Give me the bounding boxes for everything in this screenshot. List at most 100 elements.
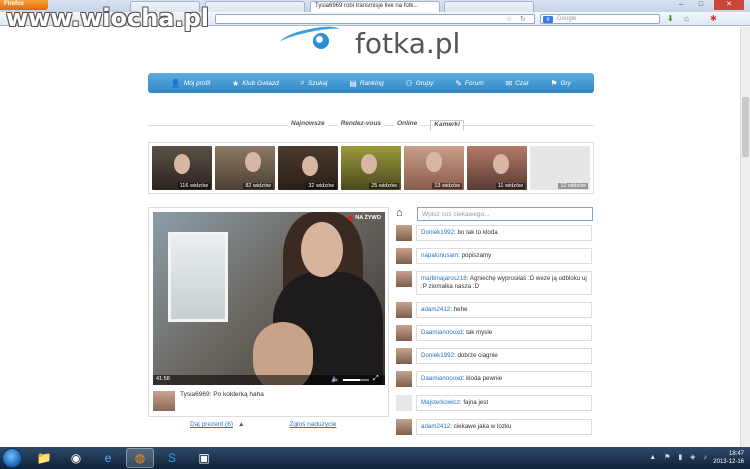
menu-my-profile[interactable]: 👤 Mój profil	[171, 79, 210, 88]
menu-label: Ranking	[359, 79, 384, 87]
chat-username[interactable]: napalonusam	[421, 252, 458, 259]
firefox-icon[interactable]: ◍	[126, 448, 154, 468]
home-icon[interactable]: ⌂	[684, 14, 689, 24]
search-icon: ⌕	[300, 78, 305, 87]
viewer-count: 11 widzów	[495, 183, 525, 189]
avatar[interactable]	[396, 325, 412, 341]
chrome-icon[interactable]: ◉	[62, 448, 90, 468]
tab-newest[interactable]: Najnowsze	[288, 120, 328, 131]
start-button[interactable]	[2, 448, 22, 468]
live-label: NA ŻYWO	[355, 215, 381, 221]
webcam-thumbnail[interactable]: 12 widzów	[530, 146, 590, 190]
viewer-count: 116 widzów	[177, 183, 210, 189]
avatar[interactable]	[396, 419, 412, 435]
logo-swoosh-icon	[279, 22, 341, 50]
chat-bubble: Daamianoooxd: kloda pewnie	[416, 371, 592, 387]
give-gift-link[interactable]: Daj prezent (6)	[190, 421, 233, 428]
chat-message: Majsterkowicz: fajna jest	[396, 395, 594, 411]
webcam-thumbnail[interactable]: 13 widzów	[404, 146, 464, 190]
chat-bubble: napalonusam: popiszamy	[416, 248, 592, 264]
media-player-icon[interactable]: ▣	[190, 448, 218, 468]
caption-user[interactable]: Tysia6969:	[180, 391, 211, 398]
menu-ranking[interactable]: ▤ Ranking	[349, 79, 383, 88]
video-background	[168, 232, 228, 322]
report-abuse-link[interactable]: Zgłoś naduzycie	[289, 421, 336, 428]
close-window-button[interactable]: ✕	[714, 0, 744, 10]
thumbnail-image	[245, 152, 261, 172]
webcam-thumbnail[interactable]: 32 widzów	[278, 146, 338, 190]
tab-online[interactable]: Online	[394, 120, 421, 131]
thumbnail-image	[361, 154, 377, 174]
menu-forum[interactable]: ✎ Forum	[455, 79, 483, 88]
ranking-icon: ▤	[349, 78, 357, 88]
menu-star-club[interactable]: ★ Klub Gwiazd	[232, 79, 279, 88]
url-bar[interactable]: ☆ ↻	[215, 14, 535, 24]
reload-icon[interactable]: ↻	[520, 15, 526, 25]
chat-username[interactable]: marbinajarosz18	[421, 275, 467, 282]
chat-username[interactable]: Daamianoooxd	[421, 375, 463, 382]
tab-rendez-vous[interactable]: Rendez-vous	[337, 120, 385, 131]
video-actions: Daj prezent (6) ▲ Zgłoś naduzycie	[190, 421, 336, 428]
user-icon: 👤	[170, 78, 181, 88]
addon-icon[interactable]: ✱	[710, 14, 717, 24]
menu-chat[interactable]: ✉ Czat	[505, 79, 528, 88]
chat-username[interactable]: Majsterkowicz	[421, 399, 460, 406]
chat-username[interactable]: Daamianoooxd	[421, 329, 463, 336]
internet-explorer-icon[interactable]: e	[94, 448, 122, 468]
menu-games[interactable]: ⚑ Gry	[550, 79, 571, 88]
chat-username[interactable]: adam2412	[421, 306, 450, 313]
caption-text: Tysia6969: Po kołderką haha	[180, 391, 264, 411]
minimize-button[interactable]: –	[672, 0, 690, 10]
page-scrollbar[interactable]	[740, 27, 750, 447]
google-icon[interactable]: g	[543, 16, 553, 23]
maximize-button[interactable]: □	[692, 0, 710, 10]
volume-level	[343, 379, 360, 381]
avatar[interactable]	[396, 302, 412, 318]
webcam-thumbnail[interactable]: 11 widzów	[467, 146, 527, 190]
chat-bubble: Daamianoooxd: tak mysle	[416, 325, 592, 341]
explorer-folder-icon[interactable]: 📁	[30, 448, 58, 468]
group-icon: ⚇	[405, 78, 413, 88]
webcam-thumbnail[interactable]: 25 widzów	[341, 146, 401, 190]
menu-search[interactable]: ⌕ Szukaj	[301, 78, 328, 88]
avatar[interactable]	[396, 348, 412, 364]
tab-active[interactable]: Tysia6969 robi transmisje live na fotk..…	[310, 1, 440, 12]
download-icon[interactable]: ⬇	[667, 14, 674, 24]
chat-username[interactable]: adam2412	[421, 423, 450, 430]
chat-input[interactable]: Wpisz coś ciekawego...	[417, 207, 593, 221]
chat-text: tak mysle	[466, 329, 493, 336]
fullscreen-icon[interactable]: ⤢	[373, 375, 379, 383]
video-subject-face	[301, 222, 343, 277]
tab-webcams[interactable]: Kamerki	[430, 120, 464, 131]
avatar[interactable]	[396, 395, 412, 411]
chat-text: popiszamy	[461, 252, 492, 259]
avatar[interactable]	[396, 248, 412, 264]
gamepad-icon: ⚑	[550, 78, 558, 88]
webcam-thumbnail[interactable]: 116 widzów	[152, 146, 212, 190]
skype-icon[interactable]: S	[158, 448, 186, 468]
arrow-up-icon[interactable]: ▲	[238, 421, 244, 428]
chat-message: Daamianoooxd: tak mysle	[396, 325, 594, 341]
menu-groups[interactable]: ⚇ Grupy	[406, 79, 434, 88]
volume-icon[interactable]: 🔈	[331, 375, 340, 383]
search-bar[interactable]: g Google	[540, 14, 660, 24]
tab-4[interactable]	[444, 1, 534, 12]
bookmark-star-icon[interactable]: ☆	[506, 15, 512, 25]
chat-username[interactable]: Doniek1992	[421, 229, 454, 236]
chat-text: hehe	[453, 306, 468, 313]
avatar[interactable]	[396, 271, 412, 287]
system-tray-icons[interactable]: ▲ ⚑ ▮ ◈ ♪	[649, 453, 710, 461]
live-video[interactable]: NA ŻYWO 41:58 🔈 ⤢	[153, 212, 385, 385]
avatar[interactable]	[153, 391, 175, 411]
caption-message: Po kołderką haha	[213, 391, 264, 398]
webcam-thumbnail[interactable]: 82 widzów	[215, 146, 275, 190]
clock[interactable]: 18:47 2013-12-16	[713, 450, 744, 466]
volume-slider[interactable]	[343, 379, 369, 381]
chat-username[interactable]: Doniek1992	[421, 352, 454, 359]
chat-message: marbinajarosz18: Agniechę wyprosiłaś :D …	[396, 271, 594, 295]
video-caption: Tysia6969: Po kołderką haha	[153, 391, 264, 411]
avatar[interactable]	[396, 225, 412, 241]
tab-2[interactable]	[205, 1, 305, 12]
scrollbar-thumb[interactable]	[742, 97, 749, 157]
avatar[interactable]	[396, 371, 412, 387]
